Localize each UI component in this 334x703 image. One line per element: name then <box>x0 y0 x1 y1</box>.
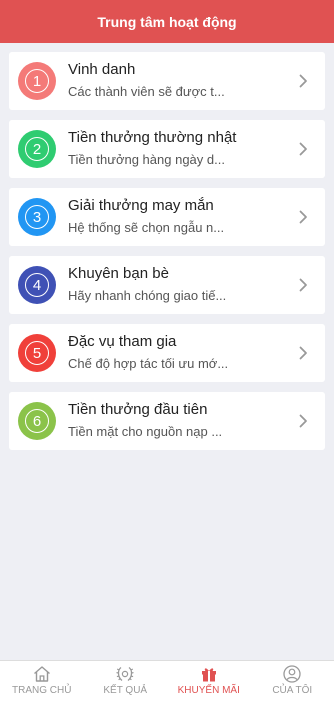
chevron-right-icon <box>299 278 307 292</box>
number-5-icon: 5 <box>18 334 56 372</box>
item-title: Khuyên bạn bè <box>68 265 169 282</box>
list-item-first-deposit[interactable]: 6 Tiền thưởng đầu tiên Tiền mặt cho nguồ… <box>9 392 325 450</box>
item-title: Vinh danh <box>68 61 136 78</box>
tab-label: CỦA TÔI <box>272 685 313 696</box>
item-title: Tiền thưởng thường nhật <box>68 129 237 146</box>
item-subtitle: Các thành viên sẽ được t... <box>68 84 225 99</box>
tab-label: KẾT QUẢ <box>103 685 148 696</box>
number-1-icon: 1 <box>18 62 56 100</box>
tab-results[interactable]: KẾT QUẢ <box>84 661 168 703</box>
chevron-right-icon <box>299 74 307 88</box>
chevron-right-icon <box>299 346 307 360</box>
number-3-icon: 3 <box>18 198 56 236</box>
item-subtitle: Hệ thống sẽ chọn ngẫu n... <box>68 220 225 235</box>
user-icon <box>283 665 301 683</box>
chevron-right-icon <box>299 210 307 224</box>
number-4-icon: 4 <box>18 266 56 304</box>
tab-account[interactable]: CỦA TÔI <box>251 661 334 703</box>
list-item-refer-friends[interactable]: 4 Khuyên bạn bè Hãy nhanh chóng giao tiế… <box>9 256 325 314</box>
item-title: Đặc vụ tham gia <box>68 333 177 350</box>
list-item-daily-bonus[interactable]: 2 Tiền thưởng thường nhật Tiền thưởng hà… <box>9 120 325 178</box>
list-item-agent[interactable]: 5 Đặc vụ tham gia Chế độ hợp tác tối ưu … <box>9 324 325 382</box>
gift-icon <box>201 668 216 682</box>
home-icon <box>33 666 50 682</box>
tab-promotions[interactable]: KHUYẾN MÃI <box>167 661 251 703</box>
list-item-lucky-prize[interactable]: 3 Giải thưởng may mắn Hệ thống sẽ chọn n… <box>9 188 325 246</box>
item-title: Giải thưởng may mắn <box>68 197 214 214</box>
item-subtitle: Chế độ hợp tác tối ưu mớ... <box>68 356 229 371</box>
laurel-icon <box>116 666 134 682</box>
tab-home[interactable]: TRANG CHỦ <box>0 661 84 703</box>
item-subtitle: Hãy nhanh chóng giao tiế... <box>68 288 227 303</box>
activity-list: 1 Vinh danh Các thành viên sẽ được t... … <box>9 52 325 460</box>
tab-label: KHUYẾN MÃI <box>177 685 240 696</box>
list-item-honor[interactable]: 1 Vinh danh Các thành viên sẽ được t... <box>9 52 325 110</box>
page-title: Trung tâm hoạt động <box>97 13 237 30</box>
item-subtitle: Tiền thưởng hàng ngày d... <box>68 152 225 167</box>
number-6-icon: 6 <box>18 402 56 440</box>
chevron-right-icon <box>299 142 307 156</box>
item-title: Tiền thưởng đầu tiên <box>68 401 208 418</box>
app-header: Trung tâm hoạt động <box>0 0 334 43</box>
bottom-tab-bar: TRANG CHỦ KẾT QUẢ KHUYẾN MÃI CỦA TÔI <box>0 660 334 703</box>
tab-label: TRANG CHỦ <box>12 685 72 696</box>
item-subtitle: Tiền mặt cho nguồn nạp ... <box>68 424 223 439</box>
chevron-right-icon <box>299 414 307 428</box>
number-2-icon: 2 <box>18 130 56 168</box>
